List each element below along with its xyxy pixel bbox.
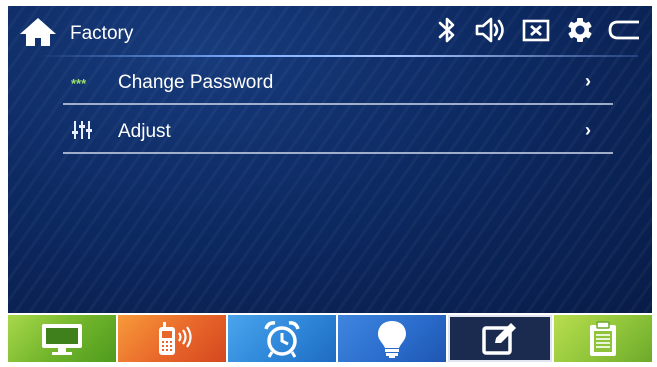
row-divider bbox=[63, 152, 613, 154]
tile-edit[interactable] bbox=[448, 315, 552, 362]
edit-icon bbox=[482, 322, 516, 355]
chevron-right-icon: › bbox=[585, 120, 591, 140]
volume-button[interactable] bbox=[474, 14, 508, 46]
equalizer-icon bbox=[71, 119, 93, 146]
menu-item-label: Adjust bbox=[118, 121, 171, 142]
monitor-icon bbox=[42, 323, 82, 355]
bottom-app-bar bbox=[8, 315, 652, 362]
clipboard-icon bbox=[590, 320, 616, 356]
password-icon: *** bbox=[71, 76, 87, 91]
home-icon bbox=[20, 18, 56, 46]
back-icon bbox=[608, 20, 639, 40]
lightbulb-icon bbox=[378, 320, 406, 358]
menu-item-adjust[interactable]: Adjust › bbox=[63, 108, 613, 154]
volume-icon bbox=[475, 17, 504, 43]
header-divider bbox=[38, 55, 638, 57]
home-button[interactable] bbox=[18, 16, 58, 48]
mute-icon bbox=[522, 19, 550, 42]
page-title: Factory bbox=[70, 23, 134, 44]
settings-button[interactable] bbox=[564, 14, 596, 46]
phone-icon bbox=[159, 321, 192, 355]
tile-alarm[interactable] bbox=[228, 315, 336, 362]
tile-clipboard[interactable] bbox=[554, 315, 652, 362]
header-bar: Factory bbox=[8, 6, 652, 57]
menu-item-label: Change Password bbox=[118, 72, 274, 93]
settings-icon bbox=[568, 18, 592, 42]
tile-phone[interactable] bbox=[118, 315, 226, 362]
back-button[interactable] bbox=[606, 14, 644, 46]
row-divider bbox=[63, 103, 613, 105]
bluetooth-icon bbox=[438, 17, 455, 43]
tile-light[interactable] bbox=[338, 315, 446, 362]
alarm-clock-icon bbox=[264, 320, 300, 358]
tile-display[interactable] bbox=[8, 315, 116, 362]
bluetooth-button[interactable] bbox=[436, 14, 458, 46]
mute-button[interactable] bbox=[520, 14, 552, 46]
screen: Factory *** Change Password › Adjust › bbox=[0, 0, 657, 367]
main-panel: Factory *** Change Password › Adjust › bbox=[8, 6, 652, 313]
menu-item-change-password[interactable]: *** Change Password › bbox=[63, 59, 613, 105]
chevron-right-icon: › bbox=[585, 71, 591, 91]
